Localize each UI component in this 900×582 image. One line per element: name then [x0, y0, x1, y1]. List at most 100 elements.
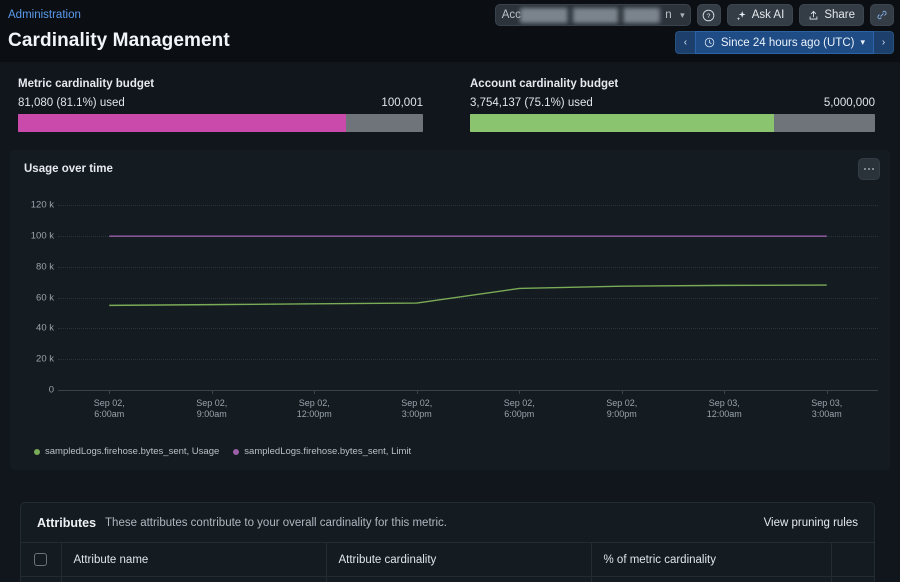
time-range-next-button[interactable]: ›	[874, 31, 894, 54]
svg-text:?: ?	[707, 13, 711, 20]
top-bar: Administration Cardinality Management Ac…	[0, 0, 900, 62]
usage-chart-plot: 0 20 k 40 k 60 k 80 k 100 k 120 k Sep 02, 6:00a…	[10, 190, 890, 430]
x-tick	[621, 390, 623, 394]
account-budget-used: 3,754,137 (75.1%) used	[470, 97, 593, 109]
account-budget-bar	[470, 114, 875, 132]
legend-item[interactable]: sampledLogs.firehose.bytes_sent, Limit	[233, 446, 411, 457]
account-budget-title: Account cardinality budget	[470, 78, 619, 90]
page-content: Metric cardinality budget 81,080 (81.1%)…	[0, 62, 900, 582]
x-tick-label: Sep 02, 3:00pm	[401, 398, 433, 419]
ask-ai-button[interactable]: Ask AI	[726, 4, 794, 26]
time-range-value[interactable]: Since 24 hours ago (UTC) ▾	[694, 31, 874, 54]
account-selector-redacted-text	[519, 8, 660, 23]
attributes-table: Attribute name Attribute cardinality % o…	[21, 542, 874, 582]
y-tick-label: 20 k	[36, 353, 54, 365]
row-menu-button[interactable]: ⋯	[831, 576, 874, 582]
chart-title: Usage over time	[24, 163, 113, 175]
sparkle-icon	[736, 10, 746, 20]
cardinality-management-page: Administration Cardinality Management Ac…	[0, 0, 900, 582]
metric-budget-title: Metric cardinality budget	[18, 78, 155, 90]
copy-link-button[interactable]	[870, 4, 894, 26]
chevron-down-icon: ▾	[680, 9, 685, 20]
y-tick-label: 0	[48, 384, 54, 396]
attributes-subtitle: These attributes contribute to your over…	[105, 516, 447, 529]
table-header-row: Attribute name Attribute cardinality % o…	[21, 542, 874, 577]
x-tick-label: Sep 03, 12:00am	[706, 398, 742, 419]
x-tick	[416, 390, 418, 394]
x-tick-label: Sep 02, 9:00am	[196, 398, 228, 419]
legend-color-dot	[34, 448, 40, 455]
share-button[interactable]: Share	[799, 4, 864, 26]
time-range-prev-button[interactable]: ‹	[674, 31, 695, 54]
chart-y-axis-labels: 0 20 k 40 k 60 k 80 k 100 k 120 k	[10, 190, 58, 396]
y-tick-label: 60 k	[36, 292, 54, 304]
account-selector[interactable]: Acc n ▾	[494, 4, 691, 26]
chevron-down-icon: ▾	[860, 37, 865, 47]
cell-percent-metric-cardinality: 77.82	[591, 576, 832, 582]
account-selector-suffix: n	[665, 9, 672, 21]
row-select-cell	[21, 576, 62, 582]
x-tick-label: Sep 02, 6:00pm	[503, 398, 535, 419]
share-upload-icon	[809, 10, 818, 19]
help-button[interactable]: ?	[696, 4, 721, 26]
x-tick	[724, 390, 726, 394]
attributes-table-body: account_id63,09477.82⋯cell300.04⋯	[21, 576, 874, 582]
view-pruning-rules-link[interactable]: View pruning rules	[764, 517, 858, 529]
legend-label: sampledLogs.firehose.bytes_sent, Usage	[45, 446, 220, 457]
column-percent-metric-cardinality[interactable]: % of metric cardinality	[591, 542, 832, 577]
chart-menu-button[interactable]	[858, 158, 880, 180]
time-range-picker: ‹ Since 24 hours ago (UTC) ▾ ›	[674, 31, 894, 54]
y-tick-label: 40 k	[36, 322, 54, 334]
y-tick-label: 80 k	[36, 261, 54, 273]
column-attribute-cardinality[interactable]: Attribute cardinality	[326, 542, 592, 577]
top-right-actions: Acc n ▾ ? Ask AI Share	[494, 4, 894, 26]
chart-legend: sampledLogs.firehose.bytes_sent, Usage sa…	[34, 446, 411, 457]
share-label: Share	[824, 9, 855, 21]
chart-series-lines	[109, 235, 827, 307]
account-budget-limit: 5,000,000	[823, 97, 875, 109]
chart-line	[109, 284, 827, 307]
account-selector-prefix: Acc	[501, 9, 521, 21]
cell-attribute-name: account_id	[61, 576, 327, 582]
x-tick	[519, 390, 521, 394]
ask-ai-label: Ask AI	[751, 9, 785, 21]
x-tick-label: Sep 03, 3:00am	[811, 398, 843, 419]
legend-item[interactable]: sampledLogs.firehose.bytes_sent, Usage	[34, 446, 219, 457]
y-tick-label: 120 k	[30, 199, 54, 211]
page-title: Cardinality Management	[8, 30, 230, 51]
budget-summary: Metric cardinality budget 81,080 (81.1%)…	[0, 62, 900, 140]
legend-label: sampledLogs.firehose.bytes_sent, Limit	[244, 446, 412, 457]
chart-x-axis-labels: Sep 02, 6:00am Sep 02, 9:00am Sep 02, 12:00pm…	[10, 398, 890, 424]
question-circle-icon: ?	[702, 9, 715, 21]
column-attribute-name[interactable]: Attribute name	[61, 542, 327, 577]
metric-budget-limit: 100,001	[381, 97, 423, 109]
metric-budget-bar	[18, 114, 423, 132]
table-row[interactable]: account_id63,09477.82⋯	[21, 576, 874, 582]
select-all-checkbox[interactable]	[34, 553, 48, 566]
usage-over-time-card: Usage over time 0 20 k 40 k 60 k 80 k 100 k 12…	[10, 150, 890, 470]
account-budget-bar-fill	[470, 114, 775, 132]
x-tick	[826, 390, 828, 394]
link-icon	[877, 10, 887, 20]
x-tick	[109, 390, 111, 394]
y-tick-label: 100 k	[30, 230, 54, 242]
legend-color-dot	[233, 448, 240, 455]
time-range-label: Since 24 hours ago (UTC)	[720, 36, 855, 49]
metric-budget-used: 81,080 (81.1%) used	[18, 97, 125, 109]
account-cardinality-budget: Account cardinality budget 3,754,137 (75…	[470, 78, 875, 132]
x-tick-label: Sep 02, 9:00pm	[606, 398, 638, 419]
attributes-table-caption: Attributes These attributes contribute t…	[21, 503, 874, 542]
column-row-menu	[831, 542, 874, 577]
x-tick	[314, 390, 316, 394]
select-all-header	[21, 542, 62, 577]
x-tick-label: Sep 02, 6:00am	[93, 398, 125, 419]
cell-attribute-cardinality: 63,094	[326, 576, 592, 582]
breadcrumb-administration[interactable]: Administration	[8, 9, 81, 21]
x-tick	[211, 390, 213, 394]
metric-budget-bar-fill	[18, 114, 347, 132]
x-tick-label: Sep 02, 12:00pm	[296, 398, 332, 419]
chart-x-axis	[58, 390, 878, 391]
clock-icon	[704, 37, 715, 48]
attributes-title: Attributes	[37, 515, 97, 530]
attributes-table-card: Attributes These attributes contribute t…	[20, 502, 875, 582]
